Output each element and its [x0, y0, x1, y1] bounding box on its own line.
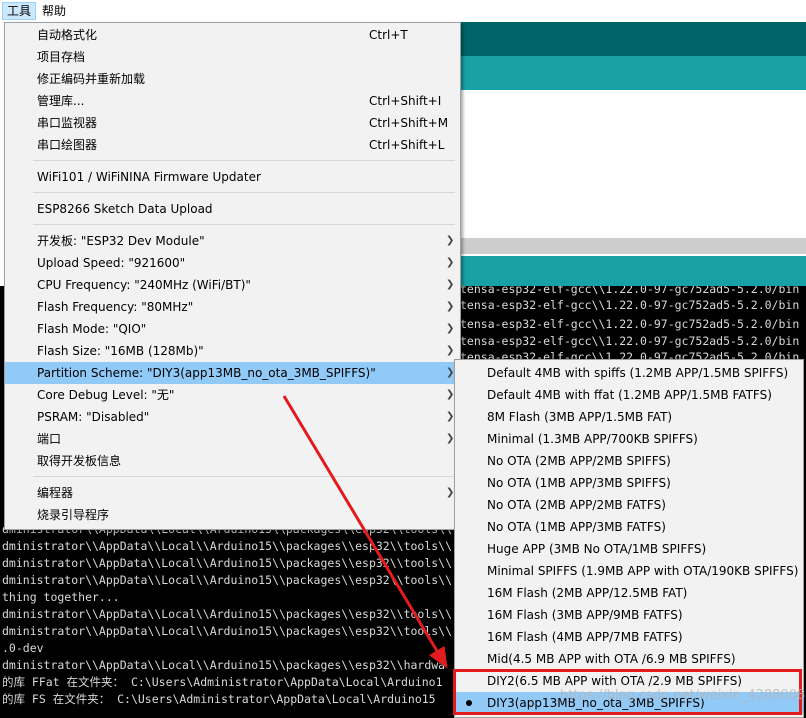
annotation-arrow-icon	[282, 395, 448, 669]
